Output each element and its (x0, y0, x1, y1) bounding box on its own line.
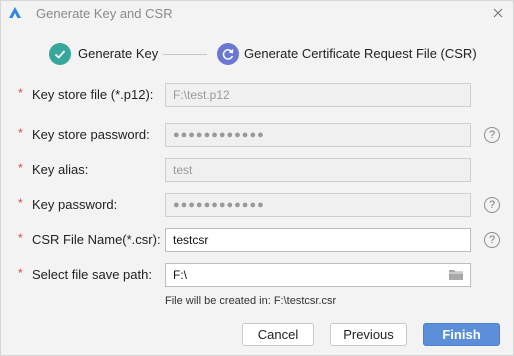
finish-button[interactable]: Finish (423, 323, 500, 346)
key-password-field: ●●●●●●●●●●●● (165, 193, 471, 217)
save-path-label: Select file save path: (32, 267, 152, 282)
key-store-file-row: * Key store file (*.p12): F:\test.p12 (1, 83, 513, 107)
key-store-password-field: ●●●●●●●●●●●● (165, 123, 471, 147)
cancel-button[interactable]: Cancel (242, 323, 314, 346)
step-generate-csr-label: Generate Certificate Request File (CSR) (244, 46, 477, 61)
key-store-file-label: Key store file (*.p12): (32, 87, 154, 102)
folder-icon[interactable] (448, 268, 464, 281)
csr-file-name-label: CSR File Name(*.csr): (32, 232, 161, 247)
title-bar: Generate Key and CSR (1, 1, 513, 29)
key-password-row: * Key password: ●●●●●●●●●●●● ? (1, 193, 513, 217)
key-password-label: Key password: (32, 197, 118, 212)
step-connector (163, 54, 207, 55)
generate-key-csr-dialog: Generate Key and CSR Generate Key Genera… (0, 0, 514, 356)
required-mark: * (18, 126, 23, 140)
previous-button[interactable]: Previous (330, 323, 407, 346)
required-mark: * (18, 196, 23, 210)
required-mark: * (18, 161, 23, 175)
key-alias-row: * Key alias: test (1, 158, 513, 182)
help-icon[interactable]: ? (484, 197, 500, 213)
help-icon[interactable]: ? (484, 232, 500, 248)
help-icon[interactable]: ? (484, 127, 500, 143)
key-alias-label: Key alias: (32, 162, 89, 177)
key-store-file-field: F:\test.p12 (165, 83, 471, 107)
check-icon (54, 50, 66, 59)
step-complete-indicator (49, 43, 71, 65)
required-mark: * (18, 266, 23, 280)
step-indicator: Generate Key Generate Certificate Reques… (1, 41, 513, 67)
csr-file-name-input[interactable] (165, 228, 471, 252)
required-mark: * (18, 86, 23, 100)
csr-file-name-row: * CSR File Name(*.csr): ? (1, 228, 513, 252)
save-path-row: * Select file save path: (1, 263, 513, 287)
app-logo-icon (9, 7, 21, 18)
key-alias-field: test (165, 158, 471, 182)
key-store-password-label: Key store password: (32, 127, 150, 142)
key-store-password-row: * Key store password: ●●●●●●●●●●●● ? (1, 123, 513, 147)
window-title: Generate Key and CSR (36, 6, 173, 21)
save-path-input[interactable] (165, 263, 471, 287)
refresh-icon (222, 49, 234, 60)
step-in-progress-indicator (217, 43, 239, 65)
output-path-info: File will be created in: F:\testcsr.csr (165, 295, 337, 307)
close-icon[interactable] (489, 4, 507, 22)
required-mark: * (18, 231, 23, 245)
step-generate-key-label: Generate Key (78, 46, 159, 61)
